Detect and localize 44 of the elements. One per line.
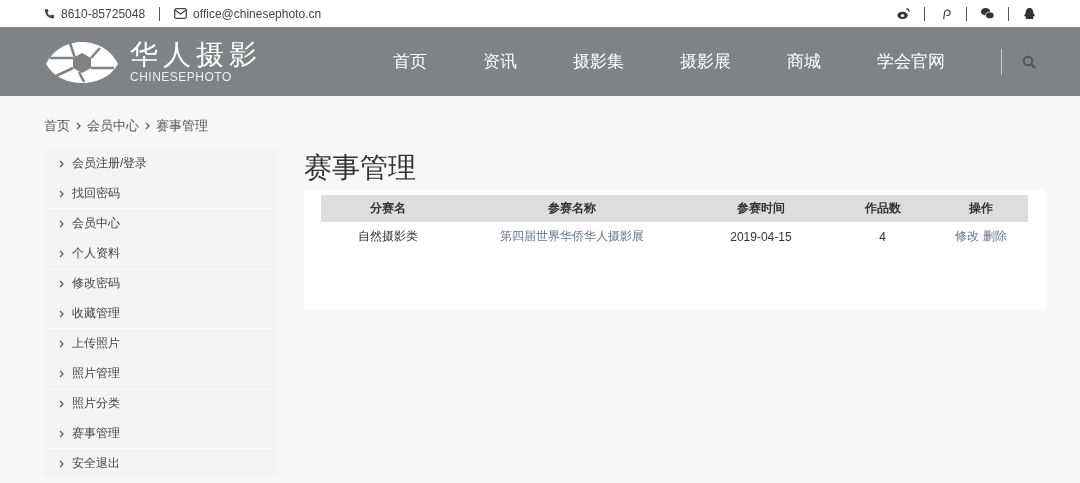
aperture-logo-icon[interactable] — [44, 39, 120, 84]
action-link[interactable]: 修改 — [954, 228, 979, 245]
phone-icon — [44, 8, 55, 19]
table-cell: 2019-04-15 — [690, 222, 832, 251]
page-title: 赛事管理 — [304, 151, 417, 185]
column-header: 分赛名 — [321, 195, 455, 222]
table-cell: 4 — [831, 222, 934, 251]
chat-bubbles-icon[interactable] — [981, 7, 994, 20]
penguin-icon[interactable] — [1023, 7, 1036, 20]
logo-title: 华人摄影 — [130, 39, 262, 70]
envelope-icon — [174, 8, 188, 19]
column-header: 参赛时间 — [690, 195, 832, 222]
breadcrumb-link[interactable]: 会员中心 — [87, 117, 139, 135]
nav-link[interactable]: 学会官网 — [877, 50, 945, 73]
nav-link[interactable]: 资讯 — [483, 50, 517, 73]
chevron-icon — [59, 279, 64, 288]
chevron-icon — [59, 429, 64, 438]
entry-link[interactable]: 第四届世界华侨华人摄影展 — [500, 229, 645, 243]
chevron-icon — [59, 219, 64, 228]
weibo-icon[interactable] — [897, 7, 910, 20]
nav-link[interactable]: 摄影集 — [573, 50, 624, 73]
chevron-icon — [59, 309, 64, 318]
column-header: 作品数 — [831, 195, 934, 222]
logo-subtitle: CHINESEPHOTO — [130, 69, 233, 84]
nav-link[interactable]: 商城 — [787, 50, 821, 73]
breadcrumb-link[interactable]: 首页 — [44, 117, 70, 135]
action-link[interactable]: 删除 — [982, 228, 1007, 245]
chevron-icon — [59, 189, 64, 198]
column-header: 参赛名称 — [454, 195, 691, 222]
nav-link[interactable]: 首页 — [393, 50, 427, 73]
chevron-icon — [59, 399, 64, 408]
chevron-icon — [145, 122, 150, 130]
chevron-icon — [59, 249, 64, 258]
breadcrumb-link[interactable]: 赛事管理 — [156, 117, 208, 135]
phone-number: 8610-85725048 — [61, 6, 146, 21]
column-header: 操作 — [933, 195, 1028, 222]
table-cell: 自然摄影类 — [321, 222, 455, 251]
chevron-icon — [59, 339, 64, 348]
nav-link[interactable]: 摄影展 — [680, 50, 731, 73]
chevron-icon — [59, 459, 64, 468]
email-link[interactable]: office@chinesephoto.cn — [193, 6, 322, 21]
chevron-icon — [76, 122, 81, 130]
chevron-icon — [59, 159, 64, 168]
chevron-icon — [59, 369, 64, 378]
